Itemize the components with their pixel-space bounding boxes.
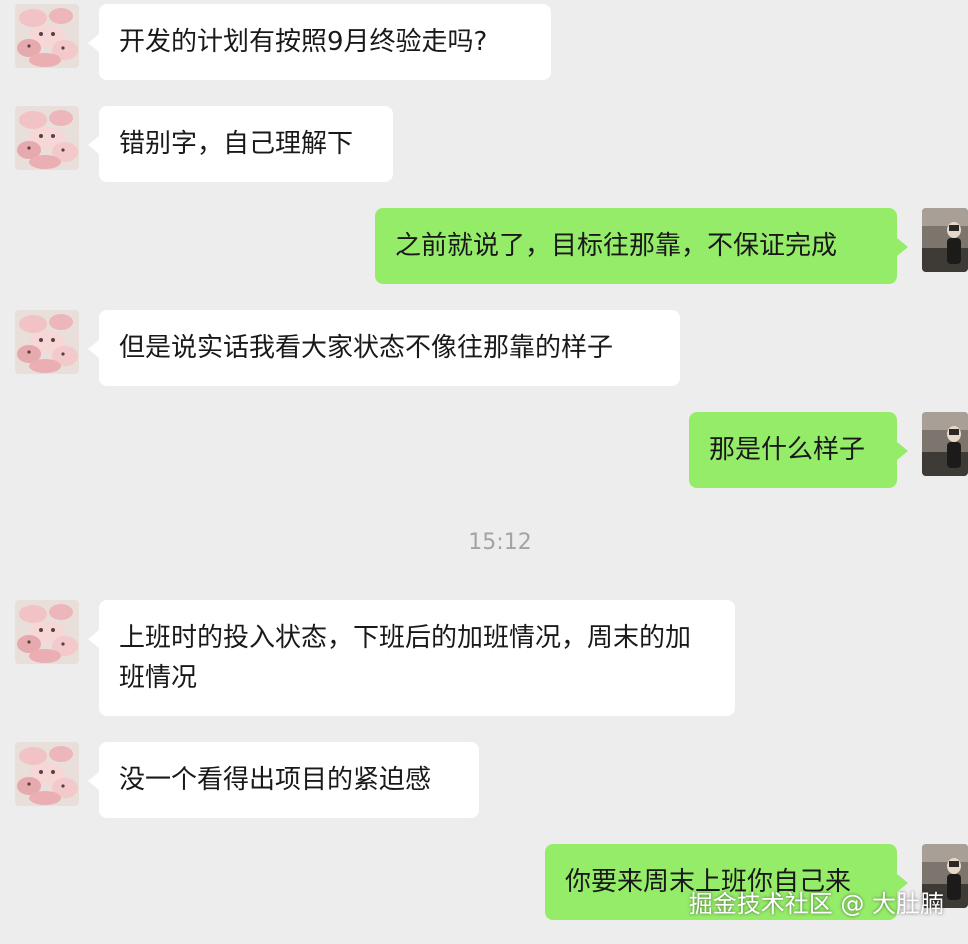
sender-avatar[interactable] bbox=[15, 106, 79, 170]
pink-plush-avatar-icon bbox=[15, 4, 79, 68]
message-text: 错别字，自己理解下 bbox=[119, 129, 354, 159]
person-photo-avatar-icon bbox=[922, 208, 968, 272]
sender-avatar[interactable] bbox=[15, 310, 79, 374]
self-avatar[interactable] bbox=[922, 208, 968, 272]
sender-avatar[interactable] bbox=[15, 600, 79, 664]
message-bubble-incoming[interactable]: 没一个看得出项目的紧迫感 bbox=[88, 742, 479, 818]
message-text: 上班时的投入状态，下班后的加班情况，周末的加班情况 bbox=[119, 623, 692, 693]
message-bubble-incoming[interactable]: 上班时的投入状态，下班后的加班情况，周末的加班情况 bbox=[88, 600, 735, 716]
message-text: 但是说实话我看大家状态不像往那靠的样子 bbox=[119, 333, 614, 363]
pink-plush-avatar-icon bbox=[15, 600, 79, 664]
pink-plush-avatar-icon bbox=[15, 310, 79, 374]
pink-plush-avatar-icon bbox=[15, 742, 79, 806]
message-text: 没一个看得出项目的紧迫感 bbox=[119, 765, 432, 795]
message-bubble-outgoing[interactable]: 那是什么样子 bbox=[689, 412, 908, 488]
message-text: 之前就说了，目标往那靠，不保证完成 bbox=[395, 231, 838, 261]
self-avatar[interactable] bbox=[922, 412, 968, 476]
message-bubble-incoming[interactable]: 但是说实话我看大家状态不像往那靠的样子 bbox=[88, 310, 680, 386]
sender-avatar[interactable] bbox=[15, 742, 79, 806]
watermark: 掘金技术社区 @ 大肚腩 bbox=[688, 890, 944, 918]
message-bubble-outgoing[interactable]: 之前就说了，目标往那靠，不保证完成 bbox=[375, 208, 908, 284]
sender-avatar[interactable] bbox=[15, 4, 79, 68]
pink-plush-avatar-icon bbox=[15, 106, 79, 170]
person-photo-avatar-icon bbox=[922, 412, 968, 476]
message-bubble-incoming[interactable]: 错别字，自己理解下 bbox=[88, 106, 393, 182]
message-bubble-incoming[interactable]: 开发的计划有按照9月终验走吗? bbox=[88, 4, 551, 80]
message-text: 那是什么样子 bbox=[709, 435, 866, 465]
chat-timestamp: 15:12 bbox=[468, 530, 532, 555]
message-text: 开发的计划有按照9月终验走吗? bbox=[119, 27, 488, 57]
